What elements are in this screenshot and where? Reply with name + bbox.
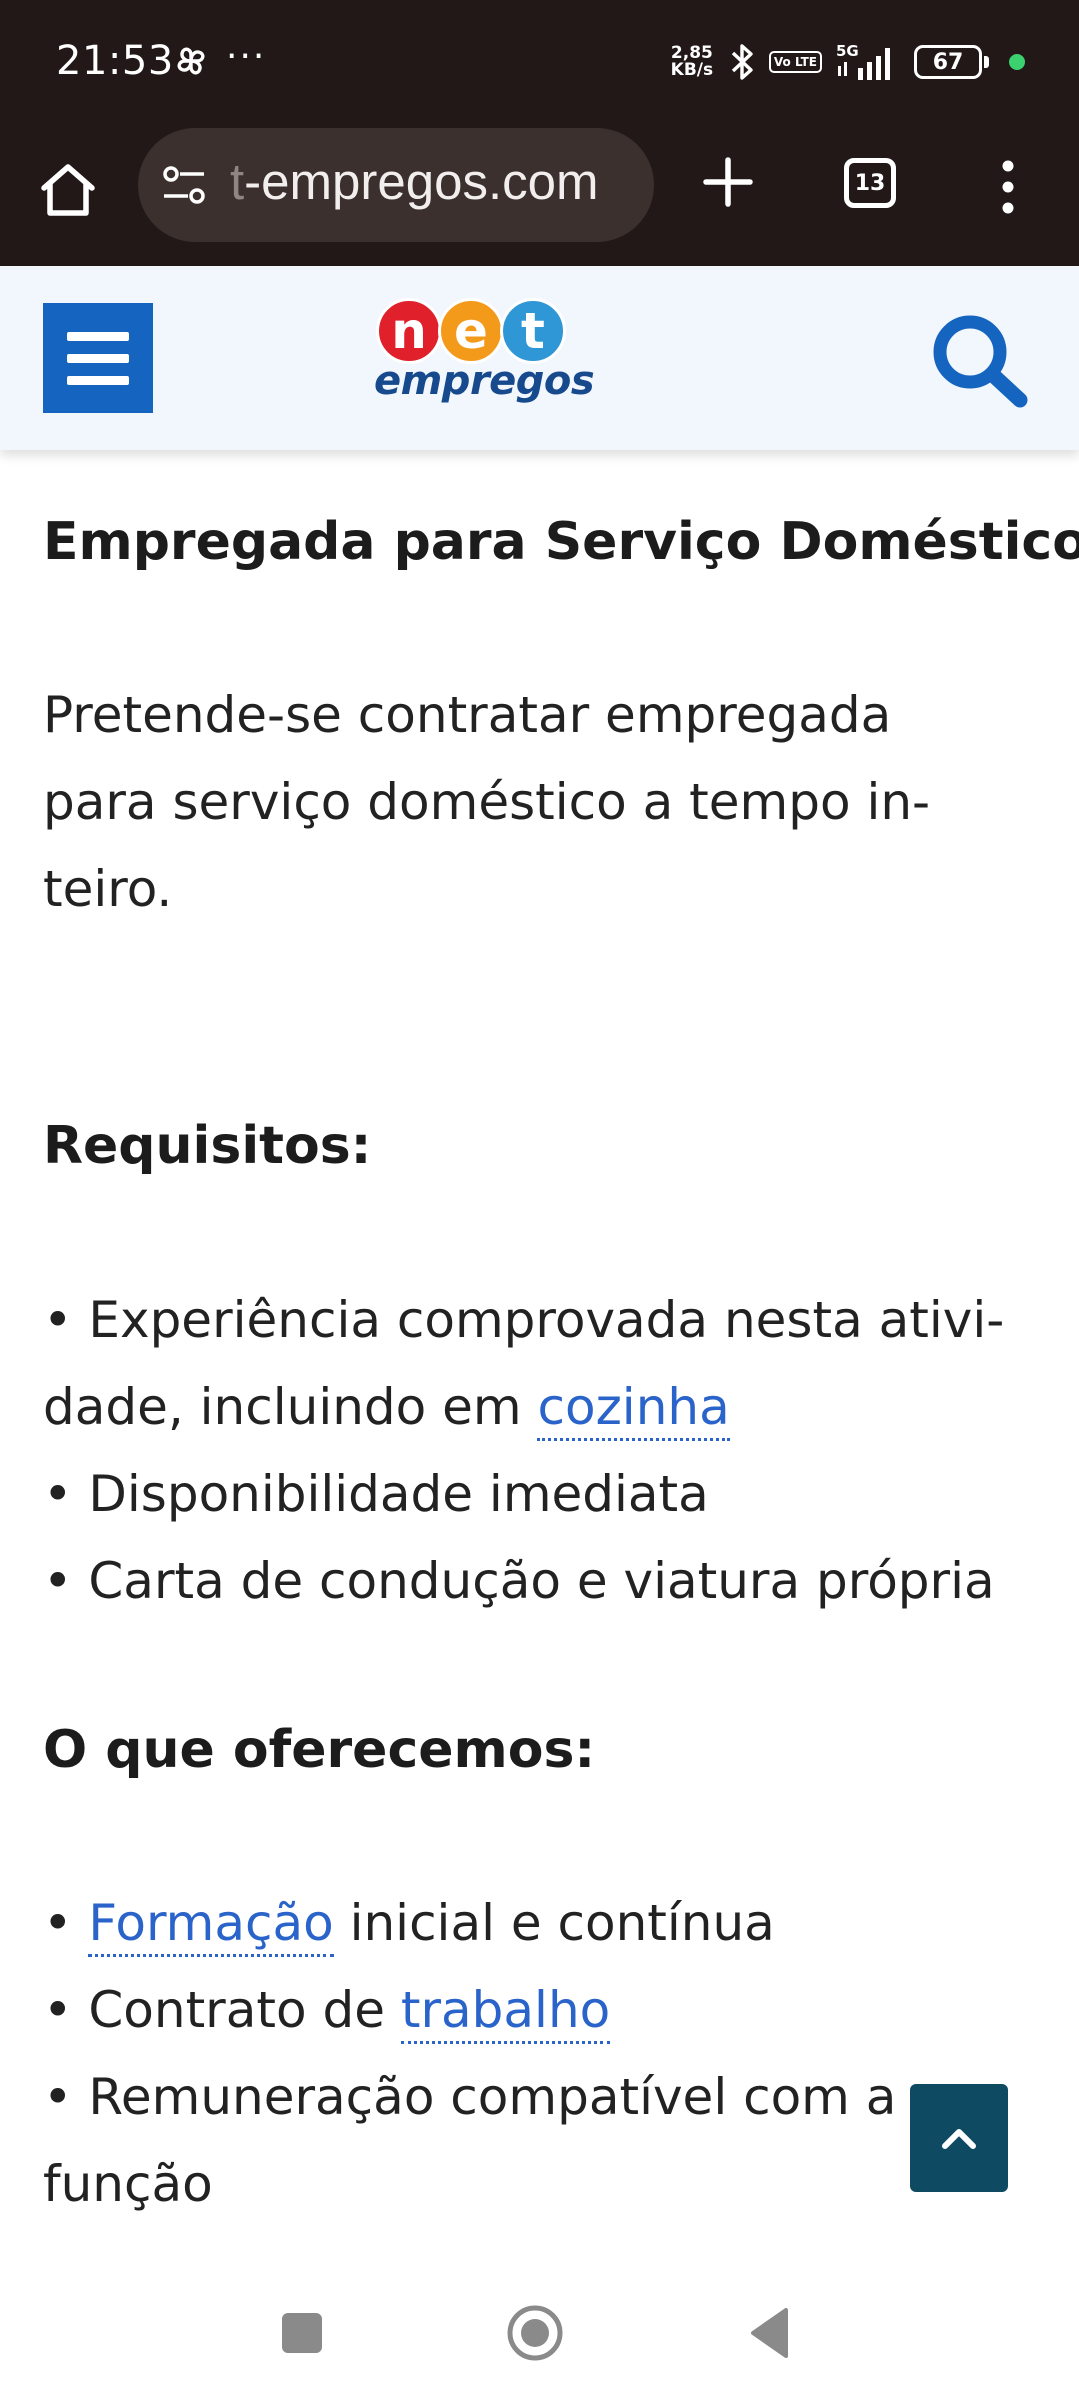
site-header: n e t empregos [0, 266, 1079, 450]
logo-letter-n: n [376, 298, 442, 364]
signal-bars-icon [838, 48, 890, 80]
offer-text: • Contrato de [43, 1981, 401, 2039]
pinwheel-icon [177, 47, 205, 75]
hamburger-menu-icon[interactable] [43, 303, 153, 413]
requirements-list: • Experiência comprovada nesta ativi- da… [43, 1277, 1004, 1625]
volte-icon: Vo LTE [768, 51, 822, 73]
network-speed-unit: KB/s [670, 60, 714, 80]
site-logo[interactable]: n e t empregos [372, 298, 595, 418]
browser-toolbar: t-empregos.com 13 [0, 128, 1079, 266]
status-bar: 21:53 ··· 2,85 KB/s Vo LTE 5G 67 [0, 0, 1079, 128]
more-notifications-indicator: ··· [226, 36, 267, 77]
battery-tip [984, 56, 989, 68]
intro-line: para serviço doméstico a tempo in- [43, 773, 931, 831]
offer-item: • Remuneração compatível com a [43, 2068, 897, 2126]
requirement-text: dade, incluindo em [43, 1378, 538, 1436]
logo-letter-t: t [500, 298, 566, 364]
signal-icon: 5G [836, 42, 900, 82]
status-icons: 2,85 KB/s Vo LTE 5G 67 [669, 40, 1025, 84]
clock: 21:53 [56, 38, 174, 84]
requirement-item: • Disponibilidade imediata [43, 1465, 709, 1523]
offer-item-continuation: função [43, 2155, 213, 2213]
logo-wordmark: empregos [374, 358, 595, 404]
network-speed: 2,85 KB/s [669, 45, 715, 79]
offer-heading: O que oferecemos: [43, 1720, 596, 1780]
home-icon[interactable] [36, 158, 100, 222]
new-tab-plus-icon[interactable] [700, 154, 756, 210]
privacy-dot-icon [1009, 54, 1025, 70]
offer-list: • Formação inicial e contínua • Contrato… [43, 1880, 896, 2228]
system-nav-bar [0, 2278, 1079, 2400]
battery-icon: 67 [914, 45, 989, 79]
requirement-item: • Experiência comprovada nesta ativi- [43, 1291, 1005, 1349]
search-icon[interactable] [928, 310, 1034, 410]
site-settings-icon[interactable] [160, 164, 210, 208]
logo-letters: n e t [376, 298, 566, 364]
menu-bar-line [67, 353, 129, 363]
intro-line: teiro. [43, 860, 173, 918]
back-triangle-icon[interactable] [748, 2306, 790, 2360]
intro-line: Pretende-se contratar empregada [43, 686, 892, 744]
tab-switcher-button[interactable]: 13 [844, 158, 896, 208]
back-to-top-button[interactable] [910, 2084, 1008, 2192]
formacao-link[interactable]: Formação [88, 1894, 334, 1957]
offer-text: inicial e contínua [333, 1894, 775, 1952]
requirement-item: • Carta de condução e viatura própria [43, 1552, 995, 1610]
requirements-heading: Requisitos: [43, 1116, 372, 1176]
battery-level: 67 [914, 45, 982, 79]
chevron-up-icon [942, 2129, 976, 2149]
menu-bar-line [67, 375, 129, 385]
url-prefix: t [230, 153, 245, 210]
menu-bar-line [67, 331, 129, 341]
overflow-menu-icon[interactable] [996, 158, 1020, 216]
logo-letter-e: e [438, 298, 504, 364]
job-intro: Pretende-se contratar empregada para ser… [43, 672, 930, 933]
url-text[interactable]: t-empregos.com [230, 152, 640, 211]
bluetooth-icon [731, 44, 753, 80]
trabalho-link[interactable]: trabalho [400, 1981, 611, 2044]
url-domain: -empregos.com [244, 153, 599, 210]
address-bar[interactable]: t-empregos.com [138, 128, 654, 242]
offer-bullet: • [43, 1894, 89, 1952]
offer-item: • Formação inicial e contínua [43, 1880, 896, 1967]
requirement-item-continuation: dade, incluindo em cozinha [43, 1364, 1004, 1451]
job-title: Empregada para Serviço Doméstico [43, 512, 1079, 572]
home-circle-icon[interactable] [506, 2304, 564, 2362]
offer-item: • Contrato de trabalho [43, 1967, 896, 2054]
cozinha-link[interactable]: cozinha [537, 1378, 730, 1441]
recents-square-icon[interactable] [282, 2313, 322, 2353]
